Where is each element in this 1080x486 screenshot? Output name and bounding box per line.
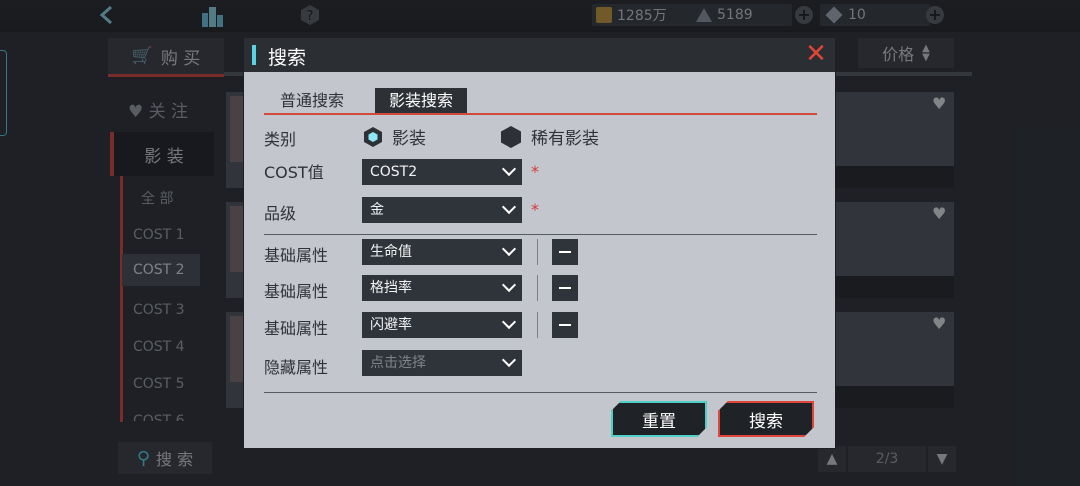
base-attr-value-1: 生命值 <box>370 244 412 260</box>
hidden-attr-label: 隐藏属性 <box>264 358 329 377</box>
remove-attr-button[interactable] <box>552 239 578 265</box>
category-label: 类别 <box>264 130 297 149</box>
base-attr-label: 基础属性 <box>264 319 329 338</box>
separator <box>537 275 538 301</box>
search-button-label: 搜索 <box>749 411 783 432</box>
dialog-title: 搜索 <box>268 47 307 69</box>
chevron-down-icon <box>501 314 517 330</box>
hidden-attr-placeholder: 点击选择 <box>370 355 426 371</box>
radio-shadow-equip-label: 影装 <box>392 129 426 149</box>
base-attr-label: 基础属性 <box>264 246 329 265</box>
remove-attr-button[interactable] <box>552 275 578 301</box>
grade-select-value: 金 <box>370 202 384 218</box>
radio-rare-shadow-equip-label: 稀有影装 <box>531 129 599 149</box>
chevron-down-icon <box>501 277 517 293</box>
chevron-down-icon <box>501 352 517 368</box>
separator <box>537 239 538 265</box>
required-mark: * <box>531 162 539 181</box>
dialog-header: 搜索 ✕ <box>244 38 835 72</box>
chevron-down-icon <box>501 161 517 177</box>
required-mark: * <box>531 200 539 219</box>
reset-button[interactable]: 重置 <box>611 401 707 437</box>
chevron-down-icon <box>501 199 517 215</box>
radio-unselected-icon <box>499 125 523 149</box>
base-attr-value-3: 闪避率 <box>370 317 412 333</box>
base-attr-select-2[interactable]: 格挡率 <box>362 275 522 301</box>
remove-attr-button[interactable] <box>552 312 578 338</box>
hidden-attr-select[interactable]: 点击选择 <box>362 350 522 376</box>
base-attr-select-1[interactable]: 生命值 <box>362 239 522 265</box>
search-dialog: 搜索 ✕ 普通搜索 影装搜索 类别 影装 稀有影装 COST值 COST2 * … <box>244 38 835 448</box>
chevron-down-icon <box>501 241 517 257</box>
radio-rare-shadow-equip[interactable]: 稀有影装 <box>499 124 599 149</box>
cost-select-value: COST2 <box>370 164 418 180</box>
radio-selected-icon <box>362 126 384 148</box>
tab-underline <box>264 113 817 115</box>
radio-shadow-equip[interactable]: 影装 <box>362 124 426 149</box>
title-accent-bar <box>252 45 256 65</box>
cost-label: COST值 <box>264 163 324 182</box>
base-attr-select-3[interactable]: 闪避率 <box>362 312 522 338</box>
divider <box>264 234 817 235</box>
base-attr-value-2: 格挡率 <box>370 280 412 296</box>
tab-normal-search[interactable]: 普通搜索 <box>266 88 358 114</box>
search-button[interactable]: 搜索 <box>718 401 814 437</box>
cost-select[interactable]: COST2 <box>362 159 522 185</box>
close-icon[interactable]: ✕ <box>804 41 828 67</box>
tab-shadow-equip-search[interactable]: 影装搜索 <box>375 88 468 114</box>
separator <box>537 312 538 338</box>
divider <box>264 392 817 393</box>
grade-label: 品级 <box>264 204 297 223</box>
reset-button-label: 重置 <box>642 411 676 432</box>
grade-select[interactable]: 金 <box>362 197 522 223</box>
base-attr-label: 基础属性 <box>264 282 329 301</box>
